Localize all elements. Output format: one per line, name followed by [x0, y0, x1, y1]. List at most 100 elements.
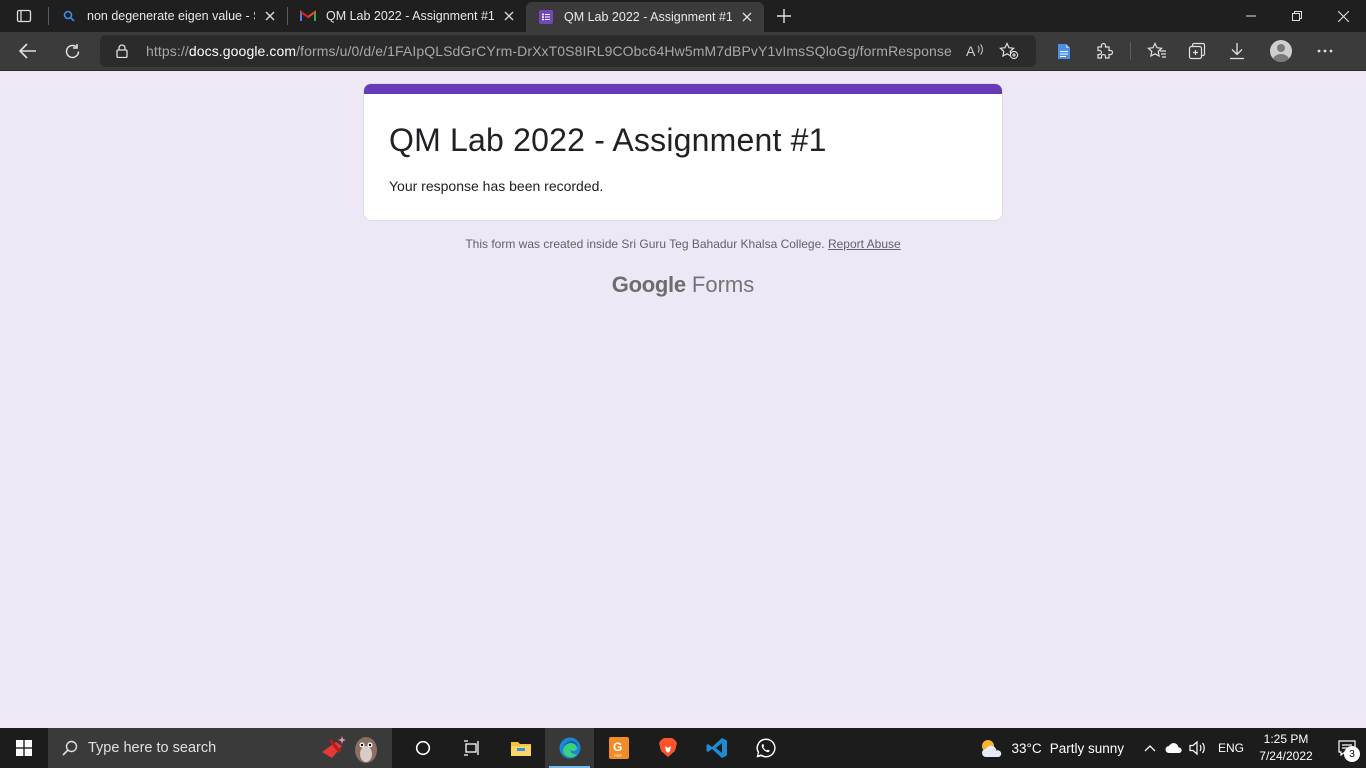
onedrive-button[interactable]: [1162, 728, 1186, 768]
weather-temperature: 33°C: [1011, 740, 1042, 756]
show-hidden-icons-button[interactable]: [1138, 728, 1162, 768]
close-tab-icon[interactable]: [500, 7, 518, 25]
speaker-icon: [1189, 740, 1205, 756]
profile-button[interactable]: [1261, 35, 1301, 67]
lock-icon[interactable]: [116, 44, 132, 58]
form-origin-text: This form was created inside Sri Guru Te…: [465, 237, 825, 251]
new-tab-button[interactable]: [766, 0, 802, 32]
refresh-button[interactable]: [52, 35, 92, 67]
tab-search[interactable]: non degenerate eigen value - Se: [49, 0, 287, 32]
weather-widget[interactable]: 33°C Partly sunny: [978, 737, 1124, 759]
edge-button[interactable]: [545, 728, 594, 768]
search-icon: [62, 740, 78, 756]
weather-description: Partly sunny: [1049, 740, 1124, 756]
taskbar-clock[interactable]: 1:25 PM 7/24/2022: [1256, 731, 1316, 765]
cortana-icon: [415, 740, 430, 756]
system-tray: 33°C Partly sunny ENG 1:25 PM 7/24/2022 …: [978, 728, 1366, 768]
partly-sunny-icon: [981, 740, 1001, 757]
file-explorer-icon: [510, 742, 531, 756]
vscode-icon: [706, 738, 727, 758]
avatar: [1270, 40, 1292, 62]
address-bar[interactable]: https://docs.google.com/forms/u/0/d/e/1F…: [100, 35, 1036, 67]
search-highlight-illustration-icon: [322, 736, 377, 763]
form-title: QM Lab 2022 - Assignment #1: [389, 122, 827, 158]
tab-actions-icon: [16, 9, 32, 23]
document-icon: [1058, 43, 1070, 59]
svg-text:A: A: [966, 43, 976, 59]
cloud-icon: [1165, 743, 1182, 753]
foxit-pdf-icon: GPDF: [608, 737, 629, 759]
notification-count-badge: 3: [1344, 746, 1360, 762]
tab-title: non degenerate eigen value - Se: [87, 9, 255, 23]
action-center-button[interactable]: 3: [1328, 728, 1366, 768]
close-icon: [1337, 10, 1349, 22]
google-forms-icon: [538, 9, 554, 25]
vscode-button[interactable]: [692, 728, 741, 768]
edge-icon: [559, 737, 580, 759]
collections-button[interactable]: [1177, 35, 1217, 67]
cortana-button[interactable]: [398, 728, 447, 768]
taskbar-search-box[interactable]: Type here to search: [48, 728, 392, 768]
chevron-up-icon: [1144, 745, 1156, 752]
restore-button[interactable]: [1274, 0, 1320, 32]
svg-text:PDF: PDF: [614, 753, 623, 758]
windows-taskbar: Type here to search G PDF 33°C Partly su…: [0, 728, 1366, 768]
toolbar-divider: [1130, 42, 1131, 60]
document-extension-button[interactable]: [1044, 35, 1084, 67]
brand-google-text: Google: [611, 272, 686, 297]
url-host: docs.google.com: [188, 43, 297, 59]
tab-gmail[interactable]: QM Lab 2022 - Assignment #1 -: [288, 0, 526, 32]
download-icon: [1230, 43, 1244, 60]
close-tab-icon[interactable]: [261, 7, 279, 25]
plus-icon: [777, 9, 791, 23]
svg-text:G: G: [613, 740, 622, 754]
window-controls: [1228, 0, 1366, 32]
back-button[interactable]: [8, 35, 48, 67]
collections-icon: [1188, 42, 1206, 60]
search-placeholder: Type here to search: [88, 740, 217, 756]
task-view-icon: [463, 740, 479, 756]
tab-actions-button[interactable]: [0, 0, 48, 32]
close-window-button[interactable]: [1320, 0, 1366, 32]
puzzle-icon: [1097, 42, 1113, 59]
whatsapp-button[interactable]: [741, 728, 790, 768]
url-path: /forms/u/0/d/e/1FAIpQLSdGrCYrm-DrXxT0S8I…: [296, 43, 952, 59]
browser-toolbar: https://docs.google.com/forms/u/0/d/e/1F…: [0, 32, 1366, 71]
volume-button[interactable]: [1186, 728, 1210, 768]
form-footer-note: This form was created inside Sri Guru Te…: [0, 237, 1366, 251]
favorites-button[interactable]: [1137, 35, 1177, 67]
tab-title: QM Lab 2022 - Assignment #1: [564, 10, 732, 24]
minimize-button[interactable]: [1228, 0, 1274, 32]
start-button[interactable]: [0, 728, 48, 768]
whatsapp-icon: [755, 738, 776, 758]
back-arrow-icon: [19, 43, 36, 59]
gmail-icon: [300, 8, 316, 24]
extensions-button[interactable]: [1084, 35, 1124, 67]
toolbar-right-actions: [1044, 35, 1345, 67]
foxit-pdf-button[interactable]: G PDF: [594, 728, 643, 768]
search-icon: [61, 8, 77, 24]
file-explorer-button[interactable]: [496, 728, 545, 768]
tab-google-forms-active[interactable]: QM Lab 2022 - Assignment #1: [526, 2, 764, 32]
task-view-button[interactable]: [447, 728, 496, 768]
more-options-icon: [1317, 49, 1333, 53]
windows-logo-icon: [16, 740, 32, 756]
add-favorite-icon[interactable]: [992, 37, 1026, 65]
clock-time: 1:25 PM: [1263, 732, 1309, 746]
brave-icon: [658, 738, 677, 757]
downloads-button[interactable]: [1217, 35, 1257, 67]
browser-tab-strip: non degenerate eigen value - Se QM Lab 2…: [0, 0, 1366, 32]
input-language-indicator[interactable]: ENG: [1218, 741, 1244, 755]
form-confirmation-card: QM Lab 2022 - Assignment #1 Your respons…: [363, 83, 1003, 221]
google-forms-logo[interactable]: Google Forms: [0, 272, 1366, 298]
restore-icon: [1292, 11, 1302, 21]
report-abuse-link[interactable]: Report Abuse: [828, 237, 901, 251]
refresh-icon: [65, 43, 79, 58]
brand-forms-text: Forms: [691, 272, 755, 297]
url-text[interactable]: https://docs.google.com/forms/u/0/d/e/1F…: [146, 43, 958, 59]
brave-button[interactable]: [643, 728, 692, 768]
close-tab-icon[interactable]: [738, 8, 756, 26]
settings-menu-button[interactable]: [1305, 35, 1345, 67]
form-accent-band: [364, 84, 1002, 94]
read-aloud-icon[interactable]: A: [958, 37, 992, 65]
